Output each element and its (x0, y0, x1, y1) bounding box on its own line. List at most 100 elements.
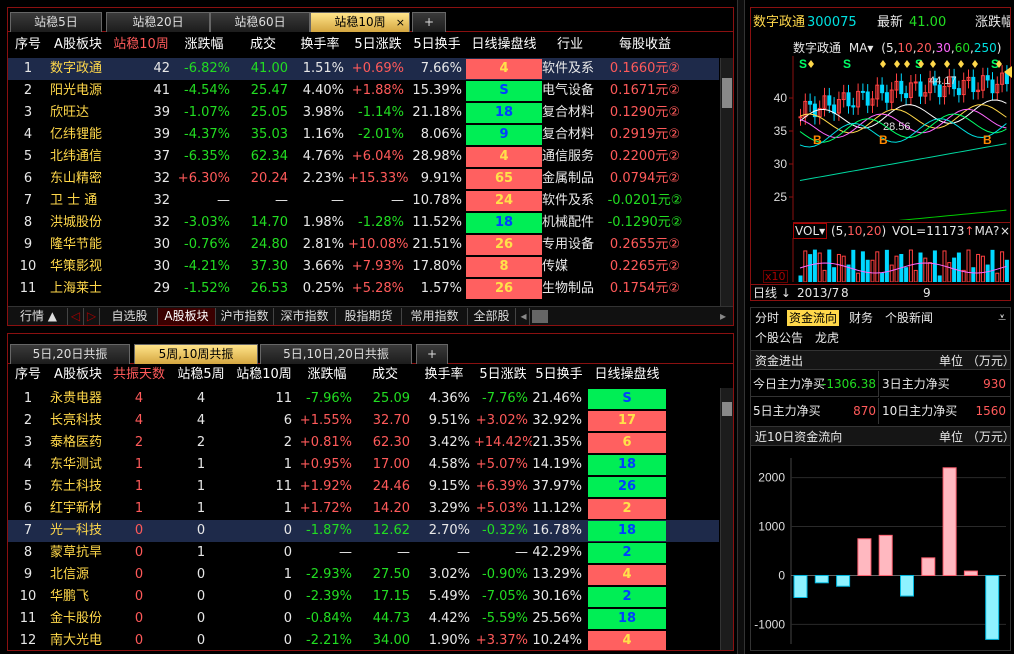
table-row[interactable]: 4 亿纬锂能 39 -4.37% 35.03 1.16% -2.01% 8.06% 复合材料 0.… (8, 124, 719, 146)
close-icon[interactable]: × (396, 13, 405, 32)
col-stable-10week[interactable]: 站稳10周 (232, 364, 296, 386)
table-row[interactable]: 12 南大光电 0 0 0 -2.21% 34.00 1.90% +3.37% 10.24% 4 (8, 630, 719, 650)
cell-ind: 软件及系 (542, 193, 595, 208)
cell-turn: 1.51% (302, 61, 344, 76)
nav-sh-index[interactable]: 沪市指数 (216, 308, 274, 325)
vol-up-icon: ↑ (964, 224, 975, 238)
tab-5d-20d-resonance[interactable]: 5日,20日共振 (10, 344, 130, 364)
col-resonance-days[interactable]: 共振天数 (108, 364, 170, 386)
period-selector[interactable]: 日线 ↓ (753, 285, 791, 300)
volume-bar (865, 259, 870, 282)
market-menu-button[interactable]: 行情 ▲ (10, 308, 68, 325)
tab-stable-60day[interactable]: 站稳60日 (210, 12, 310, 32)
col-change[interactable]: 涨跌幅 (298, 364, 356, 386)
close-icon[interactable]: × (1000, 223, 1010, 239)
table-row[interactable]: 2 阳光电源 41 -4.54% 25.47 4.40% +1.88% 15.39% 电气设备 0… (8, 80, 719, 102)
table-row[interactable]: 1 永贵电器 4 4 11 -7.96% 25.09 4.36% -7.76% 21.46% S (8, 388, 719, 410)
tab-news[interactable]: 个股新闻 (885, 308, 933, 328)
col-daily-signal[interactable]: 日线操盘线 (466, 34, 542, 56)
col-stable-5week[interactable]: 站稳5周 (170, 364, 232, 386)
tab-stable-20day[interactable]: 站稳20日 (106, 12, 210, 32)
table-row[interactable]: 3 泰格医药 2 2 2 +0.81% 62.30 3.42% +14.42% 21.35% 6 (8, 432, 719, 454)
volume-chart[interactable] (751, 238, 1010, 282)
cell-name: 泰格医药 (50, 435, 103, 450)
col-no[interactable]: 序号 (8, 364, 48, 386)
scroll-thumb[interactable] (722, 402, 732, 416)
col-5d-change[interactable]: 5日涨跌 (474, 364, 532, 386)
cell-price: 17.15 (372, 589, 410, 604)
collapse-icon[interactable]: ⩡ (998, 308, 1006, 328)
fund-cell-3day: 3日主力净买 930 (880, 371, 1010, 397)
collapse-right-icon[interactable] (1004, 66, 1012, 78)
table-row[interactable]: 7 光一科技 0 0 0 -1.87% 12.62 2.70% -0.32% 16.78% 18 (8, 520, 719, 542)
nav-next-icon[interactable]: ▷ (84, 308, 100, 325)
table-row[interactable]: 4 东华测试 1 1 1 +0.95% 17.00 4.58% +5.07% 14.19% 18 (8, 454, 719, 476)
volume-bar (870, 259, 875, 282)
buy-signal-icon: B (879, 133, 888, 147)
col-turnover[interactable]: 换手率 (292, 34, 348, 56)
col-5d-turnover[interactable]: 5日换手 (532, 364, 586, 386)
tab-stable-10week[interactable]: 站稳10周 × (310, 12, 410, 32)
table-row[interactable]: 8 蒙草抗旱 0 1 0 — — — — 42.29% 2 (8, 542, 719, 564)
hscroll-left-icon[interactable]: ◂ (518, 308, 530, 325)
tab-dragon-tiger[interactable]: 龙虎 (815, 328, 839, 348)
nav-common-index[interactable]: 常用指数 (402, 308, 468, 325)
vol-selector[interactable]: VOL▾ (793, 223, 828, 239)
ma-selector[interactable]: MA▾ (849, 41, 874, 55)
col-price[interactable]: 成交 (356, 364, 414, 386)
table-row[interactable]: 6 东山精密 32 +6.30% 20.24 2.23% +15.33% 9.91% 金属制品 0… (8, 168, 719, 190)
col-industry[interactable]: 行业 (542, 34, 598, 56)
col-5d-turnover[interactable]: 5日换手 (408, 34, 466, 56)
hscroll-thumb[interactable] (532, 310, 548, 323)
tab-5d-10d-20d-resonance[interactable]: 5日,10日,20日共振 (260, 344, 412, 364)
table-row[interactable]: 8 洪城股份 32 -3.03% 14.70 1.98% -1.28% 11.52% 机械配件 -… (8, 212, 719, 234)
nav-sz-index[interactable]: 深市指数 (274, 308, 336, 325)
table-row[interactable]: 5 北纬通信 37 -6.35% 62.34 4.76% +6.04% 28.98% 通信服务 0… (8, 146, 719, 168)
top-scrollbar[interactable] (720, 58, 733, 308)
scroll-thumb[interactable] (722, 78, 732, 108)
col-sector[interactable]: A股板块 (50, 364, 106, 386)
col-no[interactable]: 序号 (8, 34, 48, 56)
table-row[interactable]: 11 上海莱士 29 -1.52% 26.53 0.25% +5.28% 1.57% 生物制品 0… (8, 278, 719, 300)
vertical-splitter[interactable] (737, 0, 745, 654)
table-row[interactable]: 6 红宇新材 1 1 1 +1.72% 14.20 3.29% +5.03% 11.12% 2 (8, 498, 719, 520)
table-row[interactable]: 9 隆华节能 30 -0.76% 24.80 2.81% +10.08% 21.51% 专用设备… (8, 234, 719, 256)
cell-chg5: -1.14% (358, 105, 404, 120)
col-stable-10week[interactable]: 站稳10周 (108, 34, 174, 56)
col-5d-change[interactable]: 5日涨跌 (348, 34, 408, 56)
tab-stable-5day[interactable]: 站稳5日 (10, 12, 102, 32)
table-row[interactable]: 11 金卡股份 0 0 0 -0.84% 44.73 4.42% -5.59% 25.56% 18 (8, 608, 719, 630)
add-tab-button[interactable]: + (412, 12, 446, 32)
col-price[interactable]: 成交 (234, 34, 292, 56)
tab-fund-flow[interactable]: 资金流向 (787, 310, 840, 326)
table-row[interactable]: 5 东土科技 1 1 11 +1.92% 24.46 9.15% +6.39% 37.97% 26 (8, 476, 719, 498)
tab-intraday[interactable]: 分时 (755, 308, 779, 328)
bottom-scrollbar[interactable] (720, 388, 733, 650)
col-daily-signal[interactable]: 日线操盘线 (588, 364, 666, 386)
cell-chg: -1.52% (184, 281, 230, 296)
nav-watchlist[interactable]: 自选股 (102, 308, 158, 325)
tab-finance[interactable]: 财务 (849, 308, 873, 328)
table-row[interactable]: 9 北信源 0 0 1 -2.93% 27.50 3.02% -0.90% 13.29% 4 (8, 564, 719, 586)
table-row[interactable]: 2 长亮科技 4 4 6 +1.55% 32.70 9.51% +3.02% 32.92% 17 (8, 410, 719, 432)
nav-futures[interactable]: 股指期货 (336, 308, 402, 325)
col-change[interactable]: 涨跌幅 (174, 34, 234, 56)
table-row[interactable]: 7 卫 士 通 32 — — — — 10.78% 软件及系 -0.0201元② 24 (8, 190, 719, 212)
nav-all-stocks[interactable]: 全部股 (468, 308, 516, 325)
col-sector[interactable]: A股板块 (50, 34, 106, 56)
cell-a: 0 (134, 545, 144, 560)
col-turnover[interactable]: 换手率 (414, 364, 474, 386)
candle (808, 100, 813, 105)
tab-5w-10w-resonance[interactable]: 5周,10周共振 (134, 344, 258, 364)
nav-a-shares[interactable]: A股板块 (158, 308, 216, 325)
add-tab-button[interactable]: + (416, 344, 448, 364)
col-eps[interactable]: 每股收益 (602, 34, 688, 56)
kline-chart[interactable]: 4035302520SSSSBBB44.1728.56 (751, 56, 1010, 220)
tab-announcements[interactable]: 个股公告 (755, 328, 803, 348)
table-row[interactable]: 1 数字政通 42 -6.82% 41.00 1.51% +0.69% 7.66% 软件及系 0.… (8, 58, 719, 80)
table-row[interactable]: 10 华鹏飞 0 0 0 -2.39% 17.15 5.49% -7.05% 30.16% 2 (8, 586, 719, 608)
table-row[interactable]: 10 华策影视 30 -4.21% 37.30 3.66% +7.93% 17.80% 传媒 0.… (8, 256, 719, 278)
nav-prev-icon[interactable]: ◁ (68, 308, 84, 325)
table-row[interactable]: 3 欣旺达 39 -1.07% 25.05 3.98% -1.14% 21.18% 复合材料 0.… (8, 102, 719, 124)
hscroll-right-icon[interactable]: ▸ (716, 308, 730, 325)
